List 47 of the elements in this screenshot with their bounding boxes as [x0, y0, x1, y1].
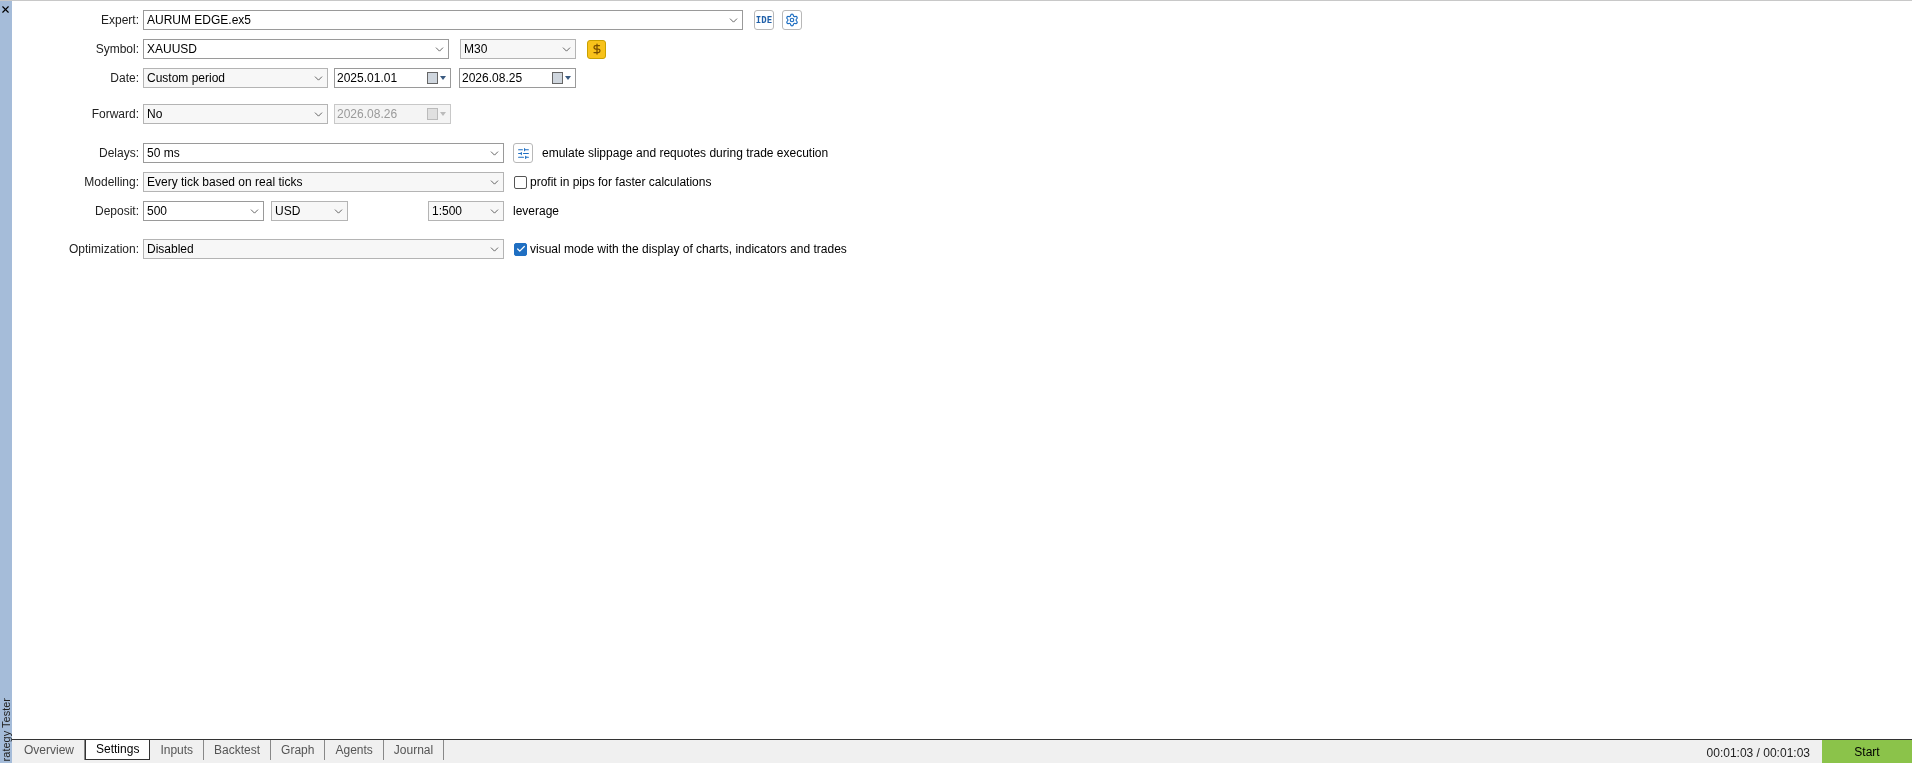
field-label: Modelling: [83, 174, 140, 191]
field-label: Delays: [98, 145, 140, 162]
field-label: Optimization: [67, 241, 140, 258]
tab[interactable]: Agents [325, 740, 384, 760]
checkbox-label: profit in pips for faster calculations [530, 174, 712, 191]
dropdown[interactable]: 1:500 [428, 201, 504, 221]
leverage-label: leverage [513, 203, 560, 220]
date-field[interactable]: 2025.01.01 [334, 68, 451, 88]
panel-title: rategy Tester [0, 697, 13, 761]
sliders-icon [516, 146, 530, 160]
dropdown[interactable]: XAUUSD [143, 39, 449, 59]
date-field[interactable]: 2026.08.25 [459, 68, 576, 88]
tab[interactable]: Backtest [204, 740, 272, 760]
calendar-icon [427, 72, 447, 84]
field-label: Date: [109, 70, 140, 87]
calendar-icon [427, 108, 447, 120]
calendar-icon [552, 72, 572, 84]
close-icon[interactable] [0, 4, 11, 15]
dropdown[interactable]: No [143, 104, 328, 124]
checkbox-label: visual mode with the display of charts, indicators and trades [530, 241, 847, 258]
dropdown[interactable]: USD [271, 201, 348, 221]
slider-settings-button[interactable] [513, 143, 533, 163]
settings-icon [785, 13, 799, 27]
dropdown[interactable]: 500 [143, 201, 264, 221]
settings-button[interactable] [782, 10, 802, 30]
field-label: Deposit: [93, 203, 140, 220]
dropdown[interactable]: Disabled [143, 239, 504, 259]
dollar-icon [590, 43, 603, 55]
dropdown[interactable]: M30 [460, 39, 576, 59]
ide-button[interactable]: IDE [754, 10, 774, 30]
checkbox[interactable] [514, 175, 527, 189]
start-button[interactable]: Start [1822, 740, 1912, 763]
dropdown[interactable]: AURUM EDGE.ex5 [143, 10, 743, 30]
delays-note: emulate slippage and requotes during trade execution [542, 145, 829, 162]
dropdown[interactable]: 50 ms [143, 143, 504, 163]
field-label: Symbol: [94, 41, 140, 58]
elapsed-time: 00:01:03 / 00:01:03 [1706, 745, 1810, 762]
tab[interactable]: Graph [271, 740, 326, 760]
field-label: Forward: [90, 106, 140, 123]
currency-button[interactable] [587, 39, 606, 59]
checkbox[interactable] [514, 242, 527, 256]
dropdown[interactable]: Custom period [143, 68, 328, 88]
dropdown[interactable]: Every tick based on real ticks [143, 172, 504, 192]
tab[interactable]: Settings [85, 739, 151, 760]
tab[interactable]: Inputs [150, 740, 205, 760]
field-label: Expert: [100, 12, 140, 29]
tab[interactable]: Journal [383, 740, 445, 760]
